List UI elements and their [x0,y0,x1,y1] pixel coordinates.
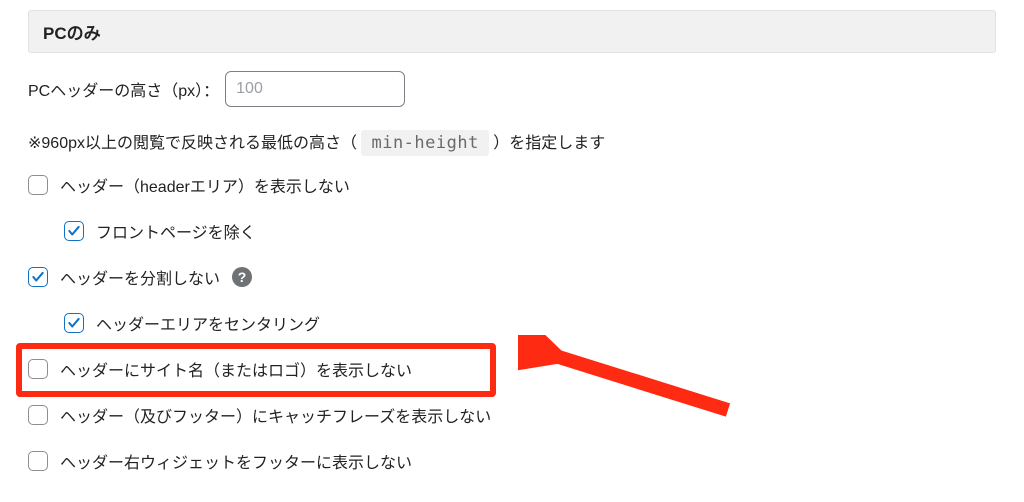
section-heading-text: PCのみ [43,24,101,43]
option-no-split-label: ヘッダーを分割しない [60,265,220,289]
help-text-suffix: ）を指定します [493,135,605,152]
option-hide-header[interactable]: ヘッダー（headerエリア）を表示しない [28,173,996,197]
checkmark-icon [67,224,81,238]
option-exclude-front-label: フロントページを除く [96,219,256,243]
help-text-prefix: ※960px以上の閲覧で反映される最低の高さ（ [28,135,357,152]
checkbox-no-split[interactable] [28,267,48,287]
header-height-input[interactable] [225,71,405,107]
option-no-split[interactable]: ヘッダーを分割しない ? [28,265,996,289]
option-hide-sitename[interactable]: ヘッダーにサイト名（またはロゴ）を表示しない [28,357,996,381]
section-heading: PCのみ [28,10,996,53]
option-center-header-label: ヘッダーエリアをセンタリング [96,311,320,335]
option-hide-header-label: ヘッダー（headerエリア）を表示しない [60,173,350,197]
option-hide-catchphrase-label: ヘッダー（及びフッター）にキャッチフレーズを表示しない [60,403,491,427]
option-center-header[interactable]: ヘッダーエリアをセンタリング [64,311,996,335]
options-list: ヘッダー（headerエリア）を表示しない フロントページを除く ヘッダーを分割… [28,173,996,473]
option-right-widget-footer[interactable]: ヘッダー右ウィジェットをフッターに表示しない [28,449,996,473]
help-text: ※960px以上の閲覧で反映される最低の高さ（ min-height ）を指定し… [28,129,996,153]
option-hide-sitename-label: ヘッダーにサイト名（またはロゴ）を表示しない [60,357,412,381]
checkmark-icon [31,270,45,284]
header-height-label: PCヘッダーの高さ（px）： [28,77,219,101]
checkbox-hide-catchphrase[interactable] [28,405,48,425]
option-exclude-front[interactable]: フロントページを除く [64,219,996,243]
option-right-widget-footer-label: ヘッダー右ウィジェットをフッターに表示しない [60,449,412,473]
checkbox-hide-sitename[interactable] [28,359,48,379]
checkmark-icon [67,316,81,330]
checkbox-exclude-front[interactable] [64,221,84,241]
option-hide-catchphrase[interactable]: ヘッダー（及びフッター）にキャッチフレーズを表示しない [28,403,996,427]
info-icon[interactable]: ? [232,267,252,287]
checkbox-hide-header[interactable] [28,175,48,195]
checkbox-center-header[interactable] [64,313,84,333]
help-text-code: min-height [361,130,488,156]
header-height-row: PCヘッダーの高さ（px）： [28,71,996,107]
checkbox-right-widget-footer[interactable] [28,451,48,471]
